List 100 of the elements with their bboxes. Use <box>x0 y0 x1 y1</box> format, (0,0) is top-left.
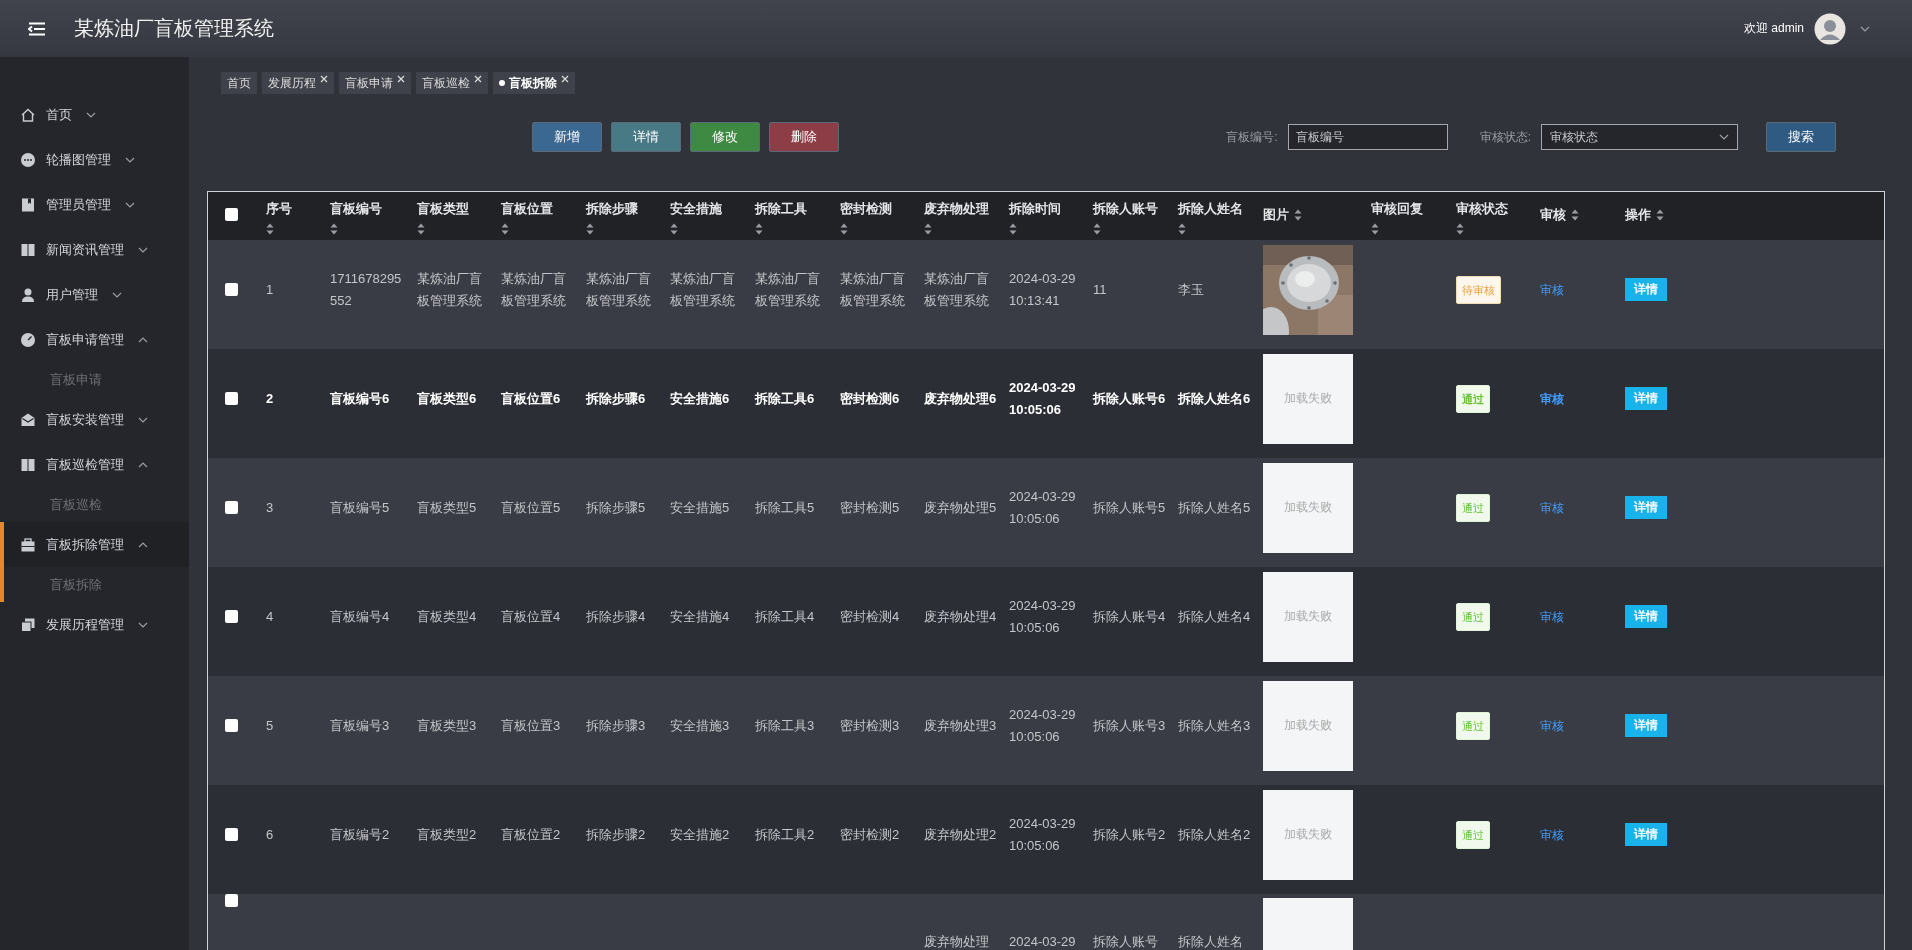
tab[interactable]: 盲板申请 <box>339 72 411 94</box>
avatar-icon[interactable] <box>1814 12 1846 45</box>
column-header[interactable]: 拆除步骤 <box>586 200 638 218</box>
caret-icon <box>138 461 148 468</box>
column-header[interactable]: 审核状态 <box>1456 200 1508 218</box>
sidebar-item[interactable]: 首页 <box>4 92 189 137</box>
close-icon[interactable] <box>561 75 569 83</box>
close-icon[interactable] <box>474 75 482 83</box>
sidebar-item[interactable]: 新闻资讯管理 <box>4 227 189 272</box>
status-select[interactable]: 审核状态 <box>1541 124 1738 150</box>
table-cell-text: 盲板类型2 <box>417 825 477 844</box>
column-header[interactable]: 安全措施 <box>670 200 722 218</box>
checkbox[interactable] <box>224 828 238 842</box>
sort-icon[interactable] <box>924 223 932 235</box>
column-header[interactable]: 审核回复 <box>1371 200 1423 218</box>
review-link[interactable]: 审核 <box>1540 496 1564 519</box>
close-icon[interactable] <box>397 75 405 83</box>
column-header[interactable]: 密封检测 <box>840 200 892 218</box>
table-cell-text: 2024-03-29 10:05:06 <box>1009 487 1077 528</box>
column-header[interactable]: 盲板编号 <box>330 200 382 218</box>
table-cell-text: 盲板类型3 <box>417 716 477 735</box>
column-header[interactable]: 拆除时间 <box>1009 200 1061 218</box>
search-field[interactable]: 盲板编号 <box>1287 124 1448 150</box>
caret-icon <box>138 621 148 628</box>
sidebar-item[interactable]: 发展历程管理 <box>4 602 189 647</box>
tab[interactable]: 发展历程 <box>262 72 334 94</box>
sort-icon[interactable] <box>1009 223 1017 235</box>
review-link[interactable]: 审核 <box>1540 823 1564 846</box>
column-header[interactable]: 盲板位置 <box>501 200 553 218</box>
sidebar-item[interactable]: 盲板安装管理 <box>4 397 189 442</box>
column-header[interactable]: 废弃物处理 <box>924 200 989 218</box>
column-header[interactable]: 拆除人姓名 <box>1178 200 1243 218</box>
toolbar-button[interactable]: 删除 <box>769 122 839 152</box>
table-cell-text: 拆除人姓名4 <box>1178 607 1251 626</box>
sort-icon[interactable] <box>1656 208 1664 221</box>
sort-icon[interactable] <box>266 223 274 235</box>
table-cell-text: 盲板位置6 <box>501 389 561 408</box>
table-cell-text: 拆除人账号6 <box>1093 389 1166 408</box>
sort-icon[interactable] <box>586 223 594 235</box>
toolbar-button[interactable]: 新增 <box>532 122 602 152</box>
checkbox[interactable] <box>224 392 238 406</box>
caret-icon <box>138 246 148 253</box>
review-link[interactable]: 审核 <box>1540 278 1564 301</box>
table-cell-text: 密封检测6 <box>840 389 900 408</box>
review-link[interactable]: 审核 <box>1540 605 1564 628</box>
tab[interactable]: 盲板拆除 <box>493 72 575 94</box>
sort-icon[interactable] <box>1571 208 1579 221</box>
briefcase-icon <box>20 536 36 553</box>
checkbox[interactable] <box>224 501 238 515</box>
sort-icon[interactable] <box>1178 223 1186 235</box>
table-cell-text: 拆除人姓名5 <box>1178 498 1251 517</box>
load-error-text: 加载失败 <box>1284 717 1332 735</box>
sort-icon[interactable] <box>1093 223 1101 235</box>
column-header[interactable]: 图片 <box>1263 205 1289 224</box>
column-header[interactable]: 操作 <box>1625 205 1651 224</box>
table-cell-text: 废弃物处理6 <box>924 389 997 408</box>
table-cell-text: 拆除步骤3 <box>586 716 646 735</box>
checkbox[interactable] <box>224 208 238 222</box>
toolbar-button[interactable]: 修改 <box>690 122 760 152</box>
review-link[interactable]: 审核 <box>1540 387 1564 410</box>
table-cell-text: 李玉 <box>1178 280 1204 299</box>
toolbar-button[interactable]: 详情 <box>611 122 681 152</box>
table-cell-text: 拆除步骤6 <box>586 389 646 408</box>
sort-icon[interactable] <box>501 223 509 235</box>
sidebar-item[interactable]: 用户管理 <box>4 272 189 317</box>
sort-icon[interactable] <box>840 223 848 235</box>
sort-icon[interactable] <box>1371 223 1379 235</box>
tab[interactable]: 首页 <box>221 72 257 94</box>
column-header[interactable]: 审核 <box>1540 205 1566 224</box>
checkbox[interactable] <box>224 283 238 297</box>
book-icon <box>20 241 36 258</box>
sort-icon[interactable] <box>1456 223 1464 235</box>
sidebar-item[interactable]: 管理员管理 <box>4 182 189 227</box>
checkbox[interactable] <box>224 610 238 624</box>
menu-icon[interactable] <box>28 21 46 36</box>
table-cell-text: 废弃物处理3 <box>924 716 997 735</box>
search-button[interactable]: 搜索 <box>1766 122 1836 152</box>
sidebar-item[interactable]: 盲板申请管理 <box>4 317 189 362</box>
sidebar-item[interactable]: 轮播图管理 <box>4 137 189 182</box>
tab[interactable]: 盲板巡检 <box>416 72 488 94</box>
column-header[interactable]: 序号 <box>266 200 292 218</box>
status-badge: 通过 <box>1456 820 1490 849</box>
column-header[interactable]: 盲板类型 <box>417 200 469 218</box>
sort-icon[interactable] <box>670 223 678 235</box>
sort-icon[interactable] <box>1294 208 1302 221</box>
sort-icon[interactable] <box>755 223 763 235</box>
checkbox[interactable] <box>224 719 238 733</box>
close-icon[interactable] <box>320 75 328 83</box>
load-error-text: 加载失败 <box>1284 390 1332 408</box>
sort-icon[interactable] <box>330 223 338 235</box>
sort-icon[interactable] <box>417 223 425 235</box>
sidebar-item[interactable]: 盲板巡检管理 <box>4 442 189 487</box>
sidebar-item[interactable]: 盲板拆除管理 <box>4 522 189 567</box>
home-icon <box>20 106 36 123</box>
status-badge: 通过 <box>1456 711 1490 740</box>
column-header[interactable]: 拆除工具 <box>755 200 807 218</box>
checkbox[interactable] <box>224 894 238 907</box>
table-cell-text: 盲板编号2 <box>330 825 390 844</box>
review-link[interactable]: 审核 <box>1540 714 1564 737</box>
column-header[interactable]: 拆除人账号 <box>1093 200 1158 218</box>
